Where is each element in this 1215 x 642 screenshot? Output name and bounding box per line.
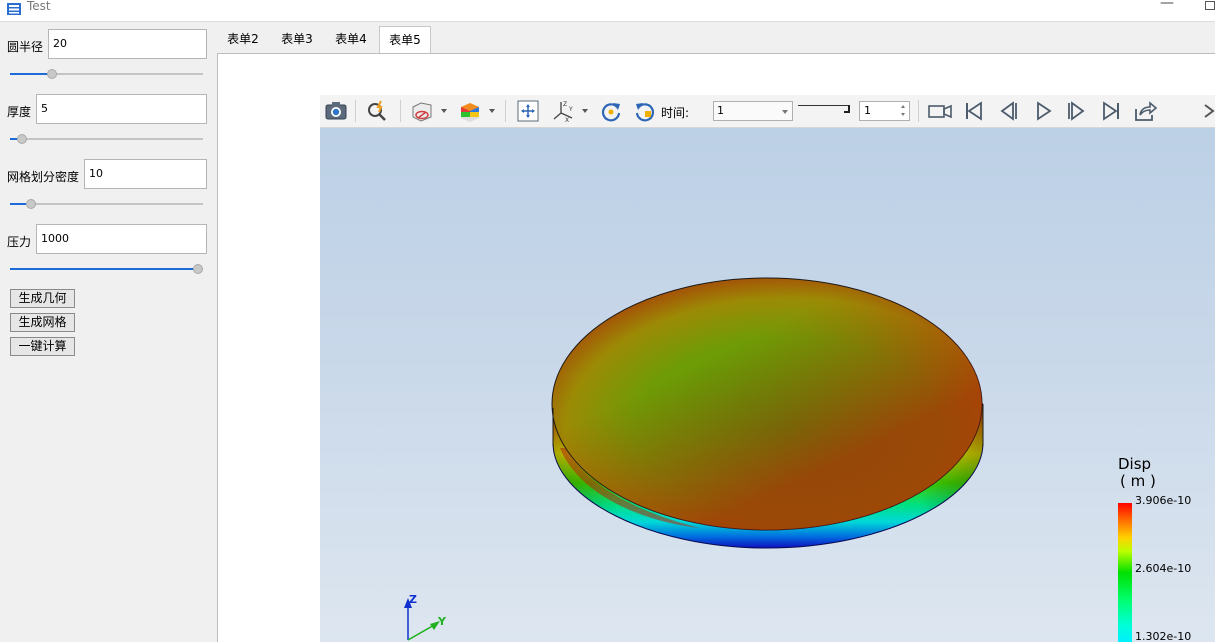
radius-label: 圆半径 bbox=[7, 40, 44, 54]
first-frame-icon[interactable] bbox=[961, 99, 987, 123]
legend-tick-max: 3.906e-10 bbox=[1135, 494, 1192, 507]
last-frame-icon[interactable] bbox=[1098, 99, 1124, 123]
camera-icon[interactable] bbox=[323, 99, 349, 123]
window-title: Test bbox=[27, 0, 51, 13]
legend-unit: ( m ) bbox=[1120, 472, 1156, 490]
color-map-icon[interactable] bbox=[457, 99, 483, 123]
time-slider-handle[interactable] bbox=[844, 105, 850, 113]
generate-mesh-button[interactable]: 生成网格 bbox=[10, 313, 75, 332]
more-tools-icon[interactable] bbox=[1200, 99, 1215, 123]
time-step-spinbox[interactable]: 1 bbox=[859, 101, 910, 121]
export-icon[interactable] bbox=[1132, 99, 1158, 123]
tab-form4[interactable]: 表单4 bbox=[325, 26, 377, 53]
pressure-slider[interactable] bbox=[10, 262, 203, 274]
axis-view-icon[interactable]: Z Y X bbox=[550, 99, 576, 123]
spin-up-icon[interactable] bbox=[901, 105, 905, 108]
time-label: 时间: bbox=[661, 106, 690, 120]
app-icon bbox=[7, 3, 21, 15]
mesh-density-slider[interactable] bbox=[10, 197, 203, 209]
time-select-value: 1 bbox=[717, 104, 724, 117]
radius-slider-handle[interactable] bbox=[47, 69, 57, 79]
thickness-slider-handle[interactable] bbox=[17, 134, 27, 144]
tab-bar: 表单2 表单3 表单4 表单5 bbox=[217, 26, 1215, 54]
y-axis-label: Y bbox=[438, 615, 446, 628]
display-mode-icon[interactable] bbox=[409, 99, 435, 123]
legend-tick-mid: 2.604e-10 bbox=[1135, 562, 1192, 575]
compute-button[interactable]: 一键计算 bbox=[10, 337, 75, 356]
previous-frame-icon[interactable] bbox=[995, 99, 1021, 123]
pressure-label: 压力 bbox=[7, 235, 32, 249]
disc-model bbox=[551, 277, 984, 549]
generate-geometry-button[interactable]: 生成几何 bbox=[10, 289, 75, 308]
next-frame-icon[interactable] bbox=[1064, 99, 1090, 123]
radius-input[interactable]: 20 bbox=[48, 29, 207, 59]
render-scene[interactable]: Z Y Disp ( m ) 3.906e-10 2.604e-10 1.302… bbox=[320, 128, 1215, 642]
svg-text:Z: Z bbox=[563, 101, 567, 108]
radius-slider[interactable] bbox=[10, 67, 203, 79]
svg-text:X: X bbox=[565, 117, 569, 123]
tab-form5[interactable]: 表单5 bbox=[379, 26, 431, 54]
svg-text:Y: Y bbox=[568, 106, 573, 113]
legend-tick-min: 1.302e-10 bbox=[1135, 630, 1192, 642]
record-icon[interactable] bbox=[927, 99, 953, 123]
play-icon[interactable] bbox=[1030, 99, 1056, 123]
legend-title: Disp bbox=[1118, 455, 1152, 473]
fit-view-icon[interactable] bbox=[515, 99, 541, 123]
tab-form3[interactable]: 表单3 bbox=[271, 26, 323, 53]
spin-down-icon[interactable] bbox=[901, 113, 905, 116]
chevron-down-icon bbox=[782, 110, 788, 114]
pressure-slider-handle[interactable] bbox=[193, 264, 203, 274]
mesh-density-slider-handle[interactable] bbox=[26, 199, 36, 209]
viewer-toolbar: Z Y X 时间: 1 1 bbox=[320, 95, 1215, 128]
thickness-slider[interactable] bbox=[10, 132, 203, 144]
thickness-input[interactable]: 5 bbox=[36, 94, 207, 124]
maximize-button[interactable] bbox=[1205, 1, 1215, 10]
result-viewer: Z Y X 时间: 1 1 Z Y Disp (m) 3.906e-10 2… bbox=[320, 95, 1215, 642]
probe-icon[interactable] bbox=[364, 99, 390, 123]
mesh-density-input[interactable]: 10 bbox=[84, 159, 207, 189]
z-axis-label: Z bbox=[409, 593, 417, 606]
tab-form2[interactable]: 表单2 bbox=[217, 26, 269, 53]
title-bar: Test — bbox=[0, 0, 1215, 22]
time-slider[interactable] bbox=[798, 105, 850, 106]
mesh-density-label: 网格划分密度 bbox=[7, 170, 80, 184]
axis-triad bbox=[404, 598, 440, 641]
rotate-cw-icon[interactable] bbox=[598, 99, 624, 123]
parameter-panel: 圆半径 20 厚度 5 网格划分密度 10 压力 1000 生成几何 生成网格 … bbox=[0, 22, 215, 642]
minimize-button[interactable]: — bbox=[1160, 0, 1174, 11]
time-select[interactable]: 1 bbox=[713, 101, 793, 121]
time-step-value: 1 bbox=[864, 104, 871, 117]
rotate-ccw-icon[interactable] bbox=[632, 99, 658, 123]
thickness-label: 厚度 bbox=[7, 105, 32, 119]
pressure-input[interactable]: 1000 bbox=[36, 224, 207, 254]
color-legend-bar bbox=[1118, 503, 1132, 642]
